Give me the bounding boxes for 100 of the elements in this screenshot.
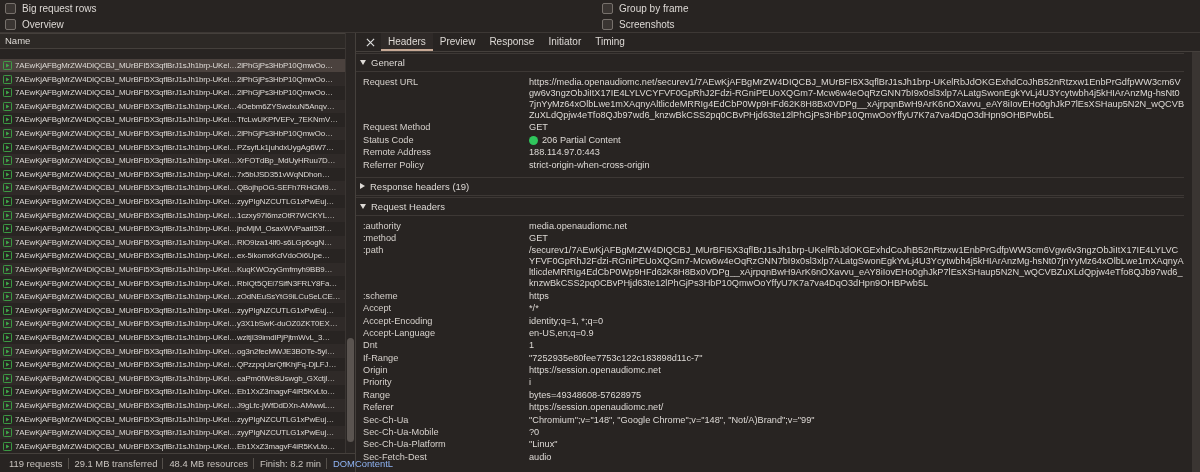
header-value: 206 Partial Content <box>542 134 621 146</box>
checkbox-label[interactable]: Overview <box>22 18 64 30</box>
media-file-icon <box>3 441 12 451</box>
header-value: https <box>529 290 550 302</box>
media-file-icon <box>3 292 12 302</box>
header-value: "7252935e80fee7753c122c183898d11c-7" <box>529 352 704 364</box>
header-value: "Chromium";v="148", "Google Chrome";v="148", "Not/A)Brand";v="99" <box>529 414 816 426</box>
header-value: GET <box>529 232 549 244</box>
header-value: https://media.openaudiomc.net/securev1/7AEwKjAFBgMrZW4DIQCBJ_MUrBFI5X3qflBrJ1sJh1brp-UKelRbJdOKGExhdCoJhB52nRtzxw1EnbPrGdfpWW3cm6Vgw6v3ngzObJiItX17IE4LYLVCYFVF0GpRhJ2Fdzi-RGniPEUoXQGm7-Mcw6w4eOqRzGNN7bI9x0sl3xlp7ALatgSwonEgkYvLj4U3Ycytwbh4j5kHIArAnzMg-hsNt07jnYyMz64xOlbLwe1mXAqnyAltlicdeMRRIg4EdCbP0Wp9HFd62K8H8Bx0VDPg__xAjrpqnBwH9ArK6nOXavvu_eAY8iIovEHo0ghJkP7lEsXSHaup5N2N_wQCVBZuXLdQpjw4eTfo8QJb97wd6_knzwBkCSS2pq0CBvPHjd63te12lPhGjPs3HbP10QmwOoYffyU7K7a7va4DqO3dHpn9OHBPwb5L <box>529 77 1184 121</box>
media-file-icon <box>3 332 12 342</box>
section-title: Response headers (19) <box>370 180 470 192</box>
header-name: Request Method <box>363 122 432 134</box>
header-name: Sec-Ch-Ua <box>363 414 410 426</box>
header-value: audio <box>529 451 553 463</box>
media-file-icon <box>3 319 12 329</box>
header-name: :scheme <box>363 290 399 302</box>
header-name: Sec-Ch-Ua-Mobile <box>363 427 440 439</box>
section-title: General <box>371 57 405 68</box>
header-value: media.openaudiomc.net <box>529 220 629 232</box>
media-file-icon <box>3 305 12 315</box>
header-value: en-US,en;q=0.9 <box>529 327 595 339</box>
checkbox-label[interactable]: Screenshots <box>619 18 675 30</box>
triangle-icon <box>360 203 366 209</box>
header-name: Accept-Language <box>363 327 437 339</box>
header-name: Origin <box>363 365 389 377</box>
tab[interactable]: Timing <box>588 33 632 51</box>
tab[interactable]: Response <box>482 33 542 51</box>
header-name: :path <box>363 245 385 258</box>
media-file-icon <box>3 400 12 410</box>
media-file-icon <box>3 183 12 193</box>
media-file-icon <box>3 74 12 84</box>
header-value: https://session.openaudiomc.net <box>529 365 662 377</box>
header-name: If-Range <box>363 352 400 364</box>
status-dot-icon <box>529 135 538 145</box>
media-file-icon <box>3 129 12 139</box>
header-name: Accept <box>363 303 393 315</box>
header-value: identity;q=1, *;q=0 <box>529 315 605 327</box>
header-name: Accept-Encoding <box>363 315 434 327</box>
header-value: 1 <box>529 340 536 352</box>
scrollbar[interactable] <box>345 33 355 453</box>
media-file-icon <box>3 387 12 397</box>
header-value: */* <box>529 303 540 315</box>
media-file-icon <box>3 169 12 179</box>
checkbox-label[interactable]: Big request rows <box>22 2 97 14</box>
status-text: Finish: 8.2 min <box>254 457 328 469</box>
status-text: 119 requests <box>3 457 69 469</box>
section-header[interactable]: General <box>356 53 1184 72</box>
header-value: i <box>529 377 533 389</box>
media-file-icon <box>3 142 12 152</box>
media-file-icon <box>3 265 12 274</box>
header-name: Status Code <box>363 134 415 146</box>
media-file-icon <box>3 156 12 166</box>
media-file-icon <box>3 414 12 424</box>
media-file-icon <box>3 101 12 111</box>
media-file-icon <box>3 251 12 261</box>
media-file-icon <box>3 88 12 98</box>
media-file-icon <box>3 373 12 383</box>
media-file-icon <box>3 278 12 288</box>
header-name: Referrer Policy <box>363 159 425 171</box>
checkbox[interactable] <box>5 2 16 14</box>
section-title: Request Headers <box>371 200 445 212</box>
header-name: Request URL <box>363 77 420 89</box>
header-name: :method <box>363 232 398 244</box>
header-value: GET <box>529 122 549 134</box>
header-name: Priority <box>363 377 393 389</box>
section-header[interactable]: Request Headers <box>356 196 1184 216</box>
tab[interactable]: Initiator <box>541 33 589 51</box>
checkbox[interactable] <box>602 18 613 30</box>
media-file-icon <box>3 115 12 125</box>
header-value: ?0 <box>529 427 541 439</box>
media-file-icon <box>3 197 12 206</box>
media-file-icon <box>3 360 12 370</box>
header-name: Range <box>363 389 392 401</box>
header-value: https://session.openaudiomc.net/ <box>529 402 665 414</box>
checkbox-label[interactable]: Group by frame <box>619 2 689 14</box>
column-header[interactable]: Name <box>0 33 345 49</box>
header-value: strict-origin-when-cross-origin <box>529 159 651 171</box>
triangle-icon <box>360 60 366 65</box>
checkbox[interactable] <box>5 18 16 30</box>
media-file-icon <box>3 224 12 234</box>
close-icon <box>366 37 375 47</box>
media-file-icon <box>3 346 12 356</box>
header-name: Remote Address <box>363 147 432 159</box>
section-header[interactable]: Response headers (19) <box>356 176 1184 196</box>
media-file-icon <box>3 61 12 71</box>
header-value: 188.114.97.0:443 <box>529 147 601 159</box>
status-text: 48.4 MB resources <box>163 457 255 469</box>
header-name: Dnt <box>363 340 379 352</box>
checkbox[interactable] <box>602 2 613 14</box>
media-file-icon <box>3 237 12 247</box>
media-file-icon <box>3 210 12 220</box>
tab[interactable]: Headers <box>381 33 433 51</box>
media-file-icon <box>3 428 12 438</box>
header-name: Sec-Ch-Ua-Platform <box>363 439 447 451</box>
tab[interactable]: Preview <box>432 33 483 51</box>
header-name: :authority <box>363 220 402 232</box>
header-name: Referer <box>363 402 395 414</box>
status-text: 29.1 MB transferred <box>68 457 164 469</box>
header-value: bytes=49348608-57628975 <box>529 389 643 401</box>
header-value: "Linux" <box>529 439 559 451</box>
